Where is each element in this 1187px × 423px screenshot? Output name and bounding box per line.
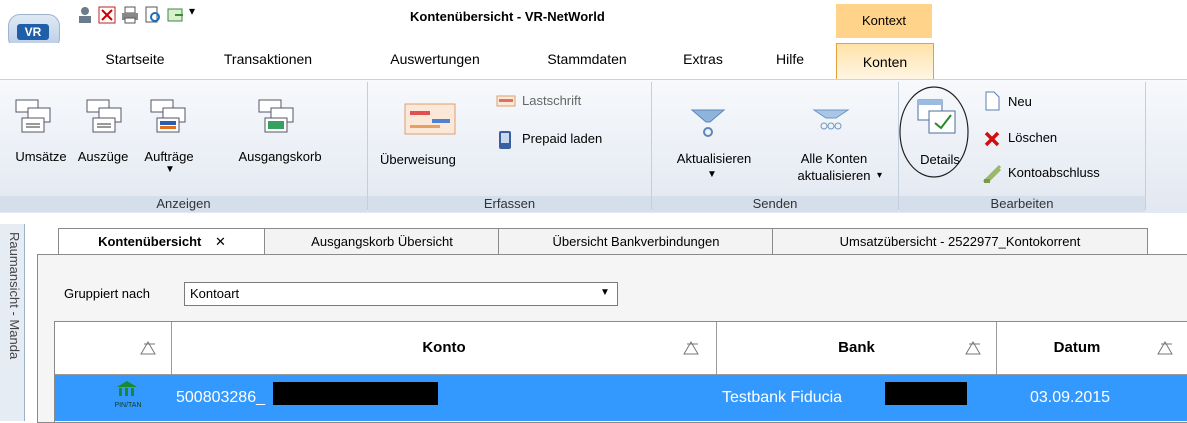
column-filter-icon[interactable] xyxy=(964,339,982,357)
details-icon xyxy=(917,99,956,134)
tab-stammdaten[interactable]: Stammdaten xyxy=(522,48,652,70)
doc-tab-ausgangskorb[interactable]: Ausgangskorb Übersicht xyxy=(264,228,500,255)
neu-button[interactable]: Neu xyxy=(1008,94,1032,109)
auftraege-dropdown-icon[interactable]: ▼ xyxy=(165,164,175,175)
cell-bank: Testbank Fiducia xyxy=(722,389,843,406)
doc-tab-kontenuebersicht[interactable]: Kontenübersicht ✕ xyxy=(58,228,266,255)
redaction-box xyxy=(885,382,967,405)
alle-konten-aktualisieren-button[interactable]: aktualisieren xyxy=(774,168,894,183)
tab-transaktionen[interactable]: Transaktionen xyxy=(198,48,338,70)
redaction-box xyxy=(273,382,438,405)
group-label-senden: Senden xyxy=(652,196,898,212)
column-filter-icon[interactable] xyxy=(682,339,700,357)
tab-hilfe[interactable]: Hilfe xyxy=(760,48,820,70)
umsaetze-button[interactable]: Umsätze xyxy=(10,149,72,164)
tab-auswertungen[interactable]: Auswertungen xyxy=(370,48,500,70)
doc-tab-bankverbindungen[interactable]: Übersicht Bankverbindungen xyxy=(498,228,774,255)
header-bank[interactable]: Bank xyxy=(717,322,997,375)
alle-konten-dropdown-icon[interactable]: ▾ xyxy=(877,170,882,181)
grouping-value: Kontoart xyxy=(190,286,240,301)
context-tab-header: Kontext xyxy=(836,4,932,38)
print-icon[interactable] xyxy=(121,6,139,24)
new-document-icon xyxy=(985,91,1000,111)
column-filter-icon[interactable] xyxy=(1156,339,1174,357)
print-preview-icon[interactable] xyxy=(144,6,162,24)
grouping-label: Gruppiert nach xyxy=(64,286,150,301)
auftraege-button[interactable]: Aufträge xyxy=(133,149,205,164)
doc-tab-label: Kontenübersicht xyxy=(98,234,202,249)
header-konto[interactable]: Konto xyxy=(172,322,717,375)
cancel-icon[interactable] xyxy=(98,6,116,24)
auszuege-button[interactable]: Auszüge xyxy=(72,149,134,164)
group-label-bearbeiten: Bearbeiten xyxy=(899,196,1145,212)
column-filter-icon[interactable] xyxy=(139,339,157,357)
bank-icon xyxy=(117,381,137,396)
user-icon[interactable] xyxy=(76,6,94,24)
group-label-erfassen: Erfassen xyxy=(368,196,651,212)
aktualisieren-dropdown-icon[interactable]: ▼ xyxy=(707,169,717,180)
ueberweisung-button[interactable]: Überweisung xyxy=(380,152,490,167)
prepaid-laden-button[interactable]: Prepaid laden xyxy=(522,131,602,146)
tab-startseite[interactable]: Startseite xyxy=(80,48,190,70)
ueberweisung-icon xyxy=(404,103,456,135)
auftraege-icon xyxy=(150,99,186,133)
doc-tab-umsatzuebersicht[interactable]: Umsatzübersicht - 2522977_Kontokorrent xyxy=(772,228,1148,255)
alle-konten-aktualisieren-icon xyxy=(812,109,850,130)
header-bank-label: Bank xyxy=(838,339,875,356)
group-senden xyxy=(652,82,899,210)
lastschrift-button[interactable]: Lastschrift xyxy=(522,93,581,108)
aktualisieren-button[interactable]: Aktualisieren xyxy=(660,151,768,166)
vr-logo-icon: VR xyxy=(17,24,49,40)
ausgangskorb-button[interactable]: Ausgangskorb xyxy=(205,149,355,164)
aktualisieren-icon xyxy=(690,109,726,137)
close-tab-icon[interactable]: ✕ xyxy=(215,234,226,249)
prepaid-phone-icon xyxy=(499,131,511,149)
grouping-select[interactable] xyxy=(184,282,618,306)
cell-date: 03.09.2015 xyxy=(1030,389,1111,406)
cell-account: 500803286_ xyxy=(176,389,265,406)
header-datum-label: Datum xyxy=(1053,339,1101,356)
lastschrift-icon xyxy=(496,95,516,107)
details-button[interactable]: Details xyxy=(912,152,968,167)
export-icon[interactable] xyxy=(167,6,185,24)
side-pane-label: Raumansicht - Manda xyxy=(7,232,22,360)
kontoabschluss-button[interactable]: Kontoabschluss xyxy=(1008,165,1100,180)
customize-qat-icon[interactable]: ▾ xyxy=(189,4,195,18)
ausgangskorb-icon xyxy=(258,99,294,133)
header-konto-label: Konto xyxy=(422,339,466,356)
tab-extras[interactable]: Extras xyxy=(668,48,738,70)
alle-konten-button[interactable]: Alle Konten xyxy=(774,151,894,166)
auszuege-icon xyxy=(86,99,122,133)
pintan-label: PIN/TAN xyxy=(114,402,142,409)
tab-konten[interactable]: Konten xyxy=(836,43,934,80)
group-label-anzeigen: Anzeigen xyxy=(0,196,367,212)
umsaetze-icon xyxy=(15,99,51,133)
window-title: Kontenübersicht - VR-NetWorld xyxy=(410,9,605,24)
kontoabschluss-icon xyxy=(983,164,1001,184)
chevron-down-icon[interactable]: ▼ xyxy=(596,283,614,303)
loeschen-button[interactable]: Löschen xyxy=(1008,130,1057,145)
delete-icon xyxy=(984,131,1000,147)
